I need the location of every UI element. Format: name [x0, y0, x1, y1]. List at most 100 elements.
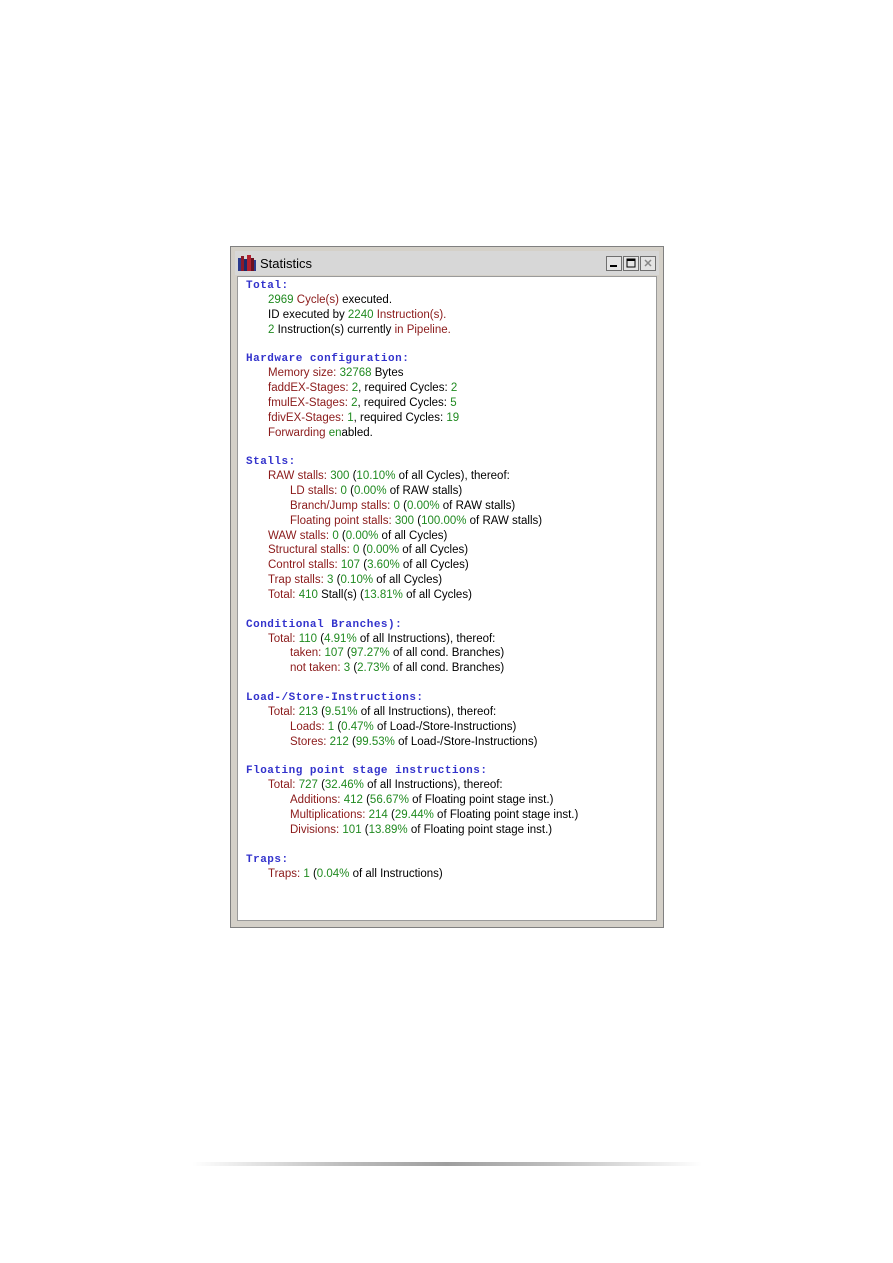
close-icon — [644, 259, 652, 267]
stat-line: Floating point stalls: 300 (100.00% of R… — [290, 514, 656, 529]
stat-text: ( — [317, 779, 325, 792]
stat-text: , required Cycles: — [357, 396, 451, 409]
section-heading-loadstore: Load-/Store-Instructions: — [246, 691, 424, 704]
stat-text: , required Cycles: — [353, 411, 447, 424]
close-button[interactable] — [640, 255, 656, 271]
stat-line: Branch/Jump stalls: 0 (0.00% of RAW stal… — [290, 499, 656, 514]
stat-text: of Floating point stage inst.) — [408, 794, 554, 807]
stat-text: ( — [399, 499, 407, 512]
stat-value: en — [328, 426, 342, 439]
stat-label: fdivEX-Stages: — [268, 411, 348, 424]
stat-value: 727 — [298, 779, 318, 792]
stat-text: of RAW stalls) — [466, 514, 543, 527]
stat-label: Total: — [268, 705, 299, 718]
stat-value: 5 — [450, 396, 457, 409]
stat-value: 10.10% — [356, 470, 396, 483]
stat-text: of all Instructions), thereof: — [357, 705, 497, 718]
page-divider — [192, 1162, 702, 1166]
stat-text: of all cond. Branches) — [389, 662, 505, 675]
stat-value: 32.46% — [324, 779, 364, 792]
stat-value: 410 — [298, 588, 318, 601]
stat-label: Cycle(s) — [296, 294, 339, 306]
section-heading-traps: Traps: — [246, 853, 289, 866]
stat-label: Control stalls: — [268, 559, 341, 572]
stat-value: 3.60% — [367, 559, 400, 572]
stat-label: RAW stalls: — [268, 470, 331, 483]
stat-text: of Load-/Store-Instructions) — [394, 735, 538, 748]
stat-label: taken: — [290, 647, 325, 660]
stat-text: of all Cycles) — [373, 573, 443, 586]
maximize-icon — [626, 258, 636, 268]
stat-value: 0.00% — [406, 499, 440, 512]
stat-value: 4.91% — [324, 632, 357, 645]
stat-value: 56.67% — [369, 794, 409, 807]
stat-value: 0.00% — [353, 485, 387, 498]
section-heading-floating: Floating point stage instructions: — [246, 765, 488, 778]
stat-label: Total: — [268, 588, 299, 601]
stat-value: 2 — [450, 382, 458, 395]
stat-text: of RAW stalls) — [386, 485, 463, 498]
stat-label: Divisions: — [290, 823, 343, 836]
stat-text: ( — [387, 808, 395, 821]
stat-value: 0.00% — [345, 529, 379, 542]
stat-value: 412 — [343, 794, 363, 807]
stat-text: Bytes — [371, 367, 404, 380]
stat-text: ( — [317, 632, 325, 645]
stat-line: taken: 107 (97.27% of all cond. Branches… — [290, 646, 656, 661]
stat-value: 97.27% — [350, 647, 390, 660]
stat-text: ( — [361, 823, 369, 836]
stat-text: ( — [362, 794, 370, 807]
stat-label: Instruction(s). — [373, 308, 447, 321]
stat-label: Stores: — [290, 735, 330, 748]
stat-label: Total: — [268, 632, 299, 645]
stat-line: Structural stalls: 0 (0.00% of all Cycle… — [268, 543, 656, 558]
stat-label: Trap stalls: — [268, 573, 328, 586]
stat-text: of all Cycles) — [399, 544, 469, 557]
stat-line: 2969 Cycle(s) executed. — [268, 293, 656, 308]
stat-text: of RAW stalls) — [439, 499, 516, 512]
section-heading-stalls: Stalls: — [246, 456, 296, 469]
stat-label: faddEX-Stages: — [268, 382, 352, 395]
minimize-button[interactable] — [606, 255, 622, 271]
stat-line: faddEX-Stages: 2, required Cycles: 2 — [268, 381, 656, 396]
stat-value: 29.44% — [394, 808, 434, 821]
stat-line: Total: 727 (32.46% of all Instructions),… — [268, 778, 656, 793]
stat-label: not taken: — [290, 662, 344, 675]
stat-label: Branch/Jump stalls: — [290, 499, 394, 512]
title-bar[interactable]: Statistics — [235, 251, 659, 275]
stat-label: Floating point stalls: — [290, 514, 395, 527]
stat-value: 212 — [329, 735, 349, 748]
window-title: Statistics — [260, 255, 313, 271]
stat-text: ( — [309, 867, 317, 880]
stat-line: LD stalls: 0 (0.00% of RAW stalls) — [290, 484, 656, 499]
stat-label: Memory size: — [268, 367, 340, 380]
stat-value: 13.89% — [368, 823, 408, 836]
stat-line: Additions: 412 (56.67% of Floating point… — [290, 793, 656, 808]
stat-line: Control stalls: 107 (3.60% of all Cycles… — [268, 558, 656, 573]
stat-value: 101 — [342, 823, 362, 836]
stat-text: ( — [317, 705, 325, 718]
maximize-button[interactable] — [623, 255, 639, 271]
stat-value: 300 — [394, 514, 415, 527]
stat-text: of all Instructions) — [349, 867, 443, 880]
stat-line: Traps: 1 (0.04% of all Instructions) — [268, 867, 656, 882]
stat-text: of all Cycles) — [399, 559, 469, 572]
stat-value: 99.53% — [355, 735, 395, 748]
stat-value: 110 — [298, 632, 318, 645]
stat-text: ( — [348, 735, 356, 748]
stat-value: 9.51% — [324, 705, 358, 718]
stat-text: of all cond. Branches) — [389, 647, 505, 660]
stat-label: Multiplications: — [290, 808, 369, 821]
stat-label: Loads: — [290, 720, 328, 733]
stat-line: Total: 213 (9.51% of all Instructions), … — [268, 705, 656, 720]
stat-value: 107 — [324, 647, 344, 660]
stat-label: Forwarding — [268, 426, 329, 439]
stat-line: Memory size: 32768 Bytes — [268, 366, 656, 381]
statistics-window: Statistics Total: 2969 Cycle(s) executed.… — [230, 246, 664, 928]
stat-line: Divisions: 101 (13.89% of Floating point… — [290, 823, 656, 838]
stat-line: 2 Instruction(s) currently in Pipeline. — [268, 323, 656, 338]
stat-text: ( — [346, 485, 354, 498]
stat-line: WAW stalls: 0 (0.00% of all Cycles) — [268, 529, 656, 544]
stat-text: of Load-/Store-Instructions) — [373, 720, 517, 733]
stat-text: ID executed by — [268, 308, 348, 321]
